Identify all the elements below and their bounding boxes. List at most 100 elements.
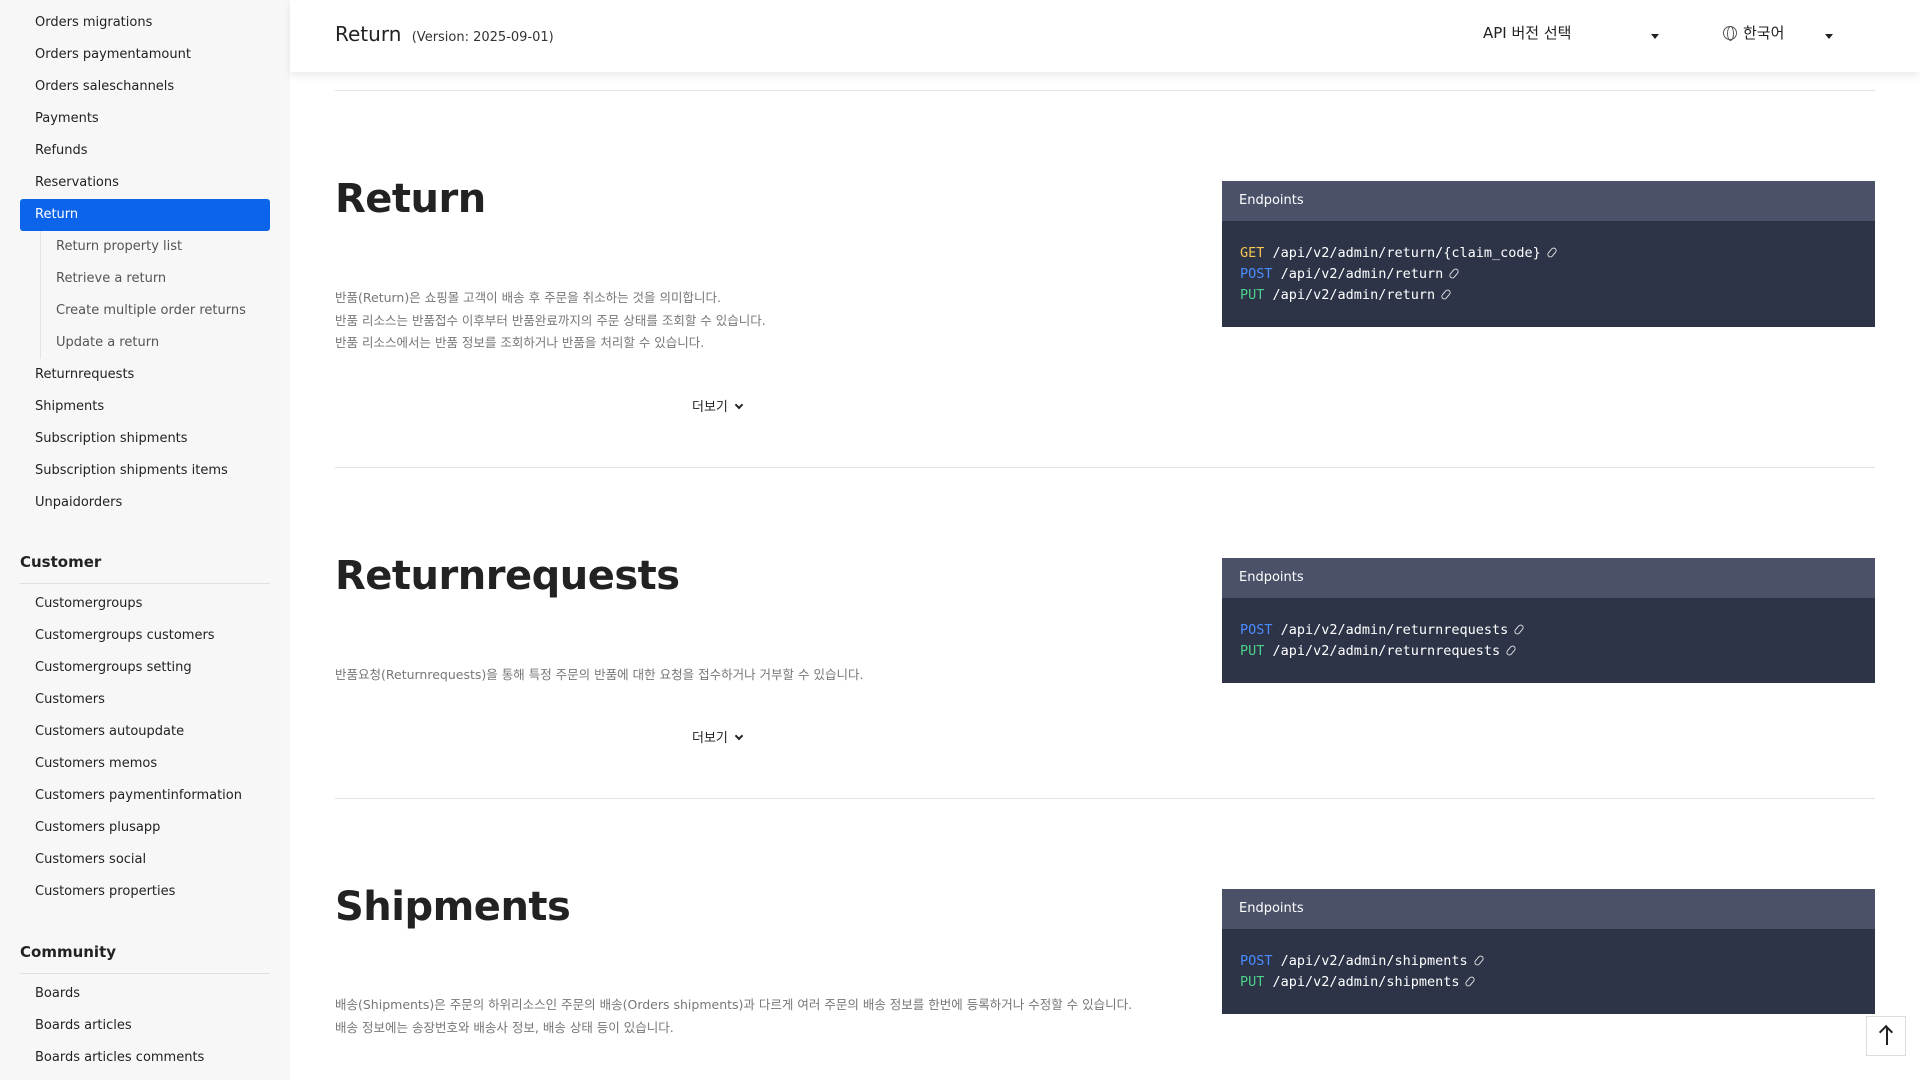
sidebar-item-orders-saleschannels[interactable]: Orders saleschannels xyxy=(20,71,270,103)
sidebar-item-subscription-shipments[interactable]: Subscription shipments xyxy=(20,423,270,455)
endpoints-list: POST /api/v2/admin/returnrequests PUT /a… xyxy=(1222,598,1875,662)
sidebar-item-customergroups-customers[interactable]: Customergroups customers xyxy=(20,620,270,652)
endpoint-method: POST xyxy=(1240,953,1273,969)
sidebar-item-customers-plusapp[interactable]: Customers plusapp xyxy=(20,812,270,844)
page-title: Return (Version: 2025-09-01) xyxy=(335,22,554,46)
sidebar-item-refunds[interactable]: Refunds xyxy=(20,135,270,167)
section-divider xyxy=(335,467,1875,468)
endpoints-panel-returnrequests: Endpoints POST /api/v2/admin/returnreque… xyxy=(1222,558,1875,683)
page-title-text: Return xyxy=(335,22,402,46)
endpoints-panel-return: Endpoints GET /api/v2/admin/return/{clai… xyxy=(1222,181,1875,327)
language-select-label: 한국어 xyxy=(1743,24,1785,42)
endpoint-row[interactable]: GET /api/v2/admin/return/{claim_code} xyxy=(1240,243,1875,264)
link-icon[interactable] xyxy=(1513,623,1526,636)
api-version-select[interactable]: API 버전 선택 xyxy=(1483,22,1663,43)
desc-line: 반품 리소스는 반품접수 이후부터 반품완료까지의 주문 상태를 조회할 수 있… xyxy=(335,312,766,328)
desc-line: 배송(Shipments)은 주문의 하위리소스인 주문의 배송(Orders … xyxy=(335,997,1133,1012)
sidebar-section-customer: Customer xyxy=(20,553,270,584)
endpoint-row[interactable]: PUT /api/v2/admin/returnrequests xyxy=(1240,641,1875,662)
endpoint-row[interactable]: POST /api/v2/admin/shipments xyxy=(1240,951,1875,972)
sidebar-item-customers-paymentinformation[interactable]: Customers paymentinformation xyxy=(20,780,270,812)
sidebar: Orders migrations Orders paymentamount O… xyxy=(0,0,290,1080)
link-icon[interactable] xyxy=(1464,975,1477,988)
link-icon[interactable] xyxy=(1545,246,1558,259)
sidebar-item-boards-articles-comments[interactable]: Boards articles comments xyxy=(20,1042,270,1074)
endpoint-path: /api/v2/admin/returnrequests xyxy=(1280,622,1509,638)
caret-down-icon xyxy=(1825,34,1833,39)
sidebar-item-unpaidorders[interactable]: Unpaidorders xyxy=(20,487,270,519)
arrow-up-icon xyxy=(1886,1027,1888,1045)
sidebar-item-boards[interactable]: Boards xyxy=(20,978,270,1010)
sidebar-item-payments[interactable]: Payments xyxy=(20,103,270,135)
endpoints-header: Endpoints xyxy=(1222,889,1875,929)
endpoint-path: /api/v2/admin/shipments xyxy=(1280,953,1468,969)
endpoint-path: /api/v2/admin/shipments xyxy=(1272,974,1460,990)
link-icon[interactable] xyxy=(1505,644,1517,657)
sidebar-item-customers-memos[interactable]: Customers memos xyxy=(20,748,270,780)
sidebar-item-shipments[interactable]: Shipments xyxy=(20,391,270,423)
endpoint-row[interactable]: PUT /api/v2/admin/return xyxy=(1240,285,1875,306)
more-button-returnrequests[interactable]: 더보기 xyxy=(692,727,744,746)
link-icon[interactable] xyxy=(1448,267,1461,280)
sidebar-item-subscription-shipments-items[interactable]: Subscription shipments items xyxy=(20,455,270,487)
sidebar-item-customergroups-setting[interactable]: Customergroups setting xyxy=(20,652,270,684)
sidebar-subitem-retrieve-a-return[interactable]: Retrieve a return xyxy=(40,263,270,295)
endpoint-method: PUT xyxy=(1240,643,1265,659)
sidebar-item-returnrequests[interactable]: Returnrequests xyxy=(20,359,270,391)
link-icon[interactable] xyxy=(1472,954,1485,967)
more-button-label: 더보기 xyxy=(692,731,728,746)
desc-line: 반품(Return)은 쇼핑몰 고객이 배송 후 주문을 취소하는 것을 의미합… xyxy=(335,290,721,305)
sidebar-subitem-create-multiple-order-returns[interactable]: Create multiple order returns xyxy=(40,295,270,327)
sidebar-item-boards-articles[interactable]: Boards articles xyxy=(20,1010,270,1042)
desc-line: 반품요청(Returnrequests)을 통해 특정 주문의 반품에 대한 요… xyxy=(335,667,864,682)
globe-icon xyxy=(1723,26,1737,41)
link-icon[interactable] xyxy=(1440,288,1452,301)
sidebar-item-customers-autoupdate[interactable]: Customers autoupdate xyxy=(20,716,270,748)
chevron-down-icon xyxy=(734,400,744,410)
endpoint-method: POST xyxy=(1240,622,1273,638)
sidebar-item-reservations[interactable]: Reservations xyxy=(20,167,270,199)
sidebar-item-customers-properties[interactable]: Customers properties xyxy=(20,876,270,908)
section-desc-shipments: 배송(Shipments)은 주문의 하위리소스인 주문의 배송(Orders … xyxy=(335,994,1132,1039)
sidebar-item-customers-social[interactable]: Customers social xyxy=(20,844,270,876)
sidebar-item-orders-paymentamount[interactable]: Orders paymentamount xyxy=(20,39,270,71)
section-title-shipments: Shipments xyxy=(335,884,571,930)
endpoint-method: POST xyxy=(1240,266,1273,282)
sidebar-item-customergroups[interactable]: Customergroups xyxy=(20,588,270,620)
endpoint-method: GET xyxy=(1240,245,1265,261)
section-title-returnrequests: Returnrequests xyxy=(335,553,680,599)
endpoint-path: /api/v2/admin/returnrequests xyxy=(1272,643,1501,659)
endpoint-method: PUT xyxy=(1240,974,1265,990)
section-divider xyxy=(335,798,1875,799)
more-button-return[interactable]: 더보기 xyxy=(692,396,744,415)
endpoint-path: /api/v2/admin/return xyxy=(1280,266,1444,282)
endpoints-header: Endpoints xyxy=(1222,181,1875,221)
sidebar-subitem-return-property-list[interactable]: Return property list xyxy=(40,231,270,263)
language-select[interactable]: 한국어 xyxy=(1723,22,1843,43)
caret-down-icon xyxy=(1651,34,1659,39)
desc-line: 반품 리소스에서는 반품 정보를 조회하거나 반품을 처리할 수 있습니다. xyxy=(335,335,705,350)
section-title-return: Return xyxy=(335,176,486,222)
sidebar-section-community: Community xyxy=(20,943,270,974)
section-desc-returnrequests: 반품요청(Returnrequests)을 통해 특정 주문의 반품에 대한 요… xyxy=(335,664,863,687)
endpoint-row[interactable]: POST /api/v2/admin/return xyxy=(1240,264,1875,285)
endpoint-method: PUT xyxy=(1240,287,1265,303)
endpoints-panel-shipments: Endpoints POST /api/v2/admin/shipments P… xyxy=(1222,889,1875,1014)
endpoint-row[interactable]: PUT /api/v2/admin/shipments xyxy=(1240,972,1875,993)
chevron-down-icon xyxy=(734,731,744,741)
endpoints-list: GET /api/v2/admin/return/{claim_code} PO… xyxy=(1222,221,1875,306)
sidebar-item-orders-migrations[interactable]: Orders migrations xyxy=(20,7,270,39)
top-header: Return (Version: 2025-09-01) API 버전 선택 한… xyxy=(290,0,1920,72)
endpoint-row[interactable]: POST /api/v2/admin/returnrequests xyxy=(1240,620,1875,641)
sidebar-item-customers[interactable]: Customers xyxy=(20,684,270,716)
endpoint-path: /api/v2/admin/return/{claim_code} xyxy=(1272,245,1541,261)
scroll-to-top-button[interactable] xyxy=(1866,1016,1906,1056)
more-button-label: 더보기 xyxy=(692,400,728,415)
endpoint-path: /api/v2/admin/return xyxy=(1272,287,1436,303)
sidebar-item-return[interactable]: Return xyxy=(20,199,270,231)
endpoints-header: Endpoints xyxy=(1222,558,1875,598)
section-divider xyxy=(335,90,1875,91)
sidebar-subitem-update-a-return[interactable]: Update a return xyxy=(40,327,270,359)
api-version-select-label: API 버전 선택 xyxy=(1483,24,1572,42)
endpoints-list: POST /api/v2/admin/shipments PUT /api/v2… xyxy=(1222,929,1875,993)
